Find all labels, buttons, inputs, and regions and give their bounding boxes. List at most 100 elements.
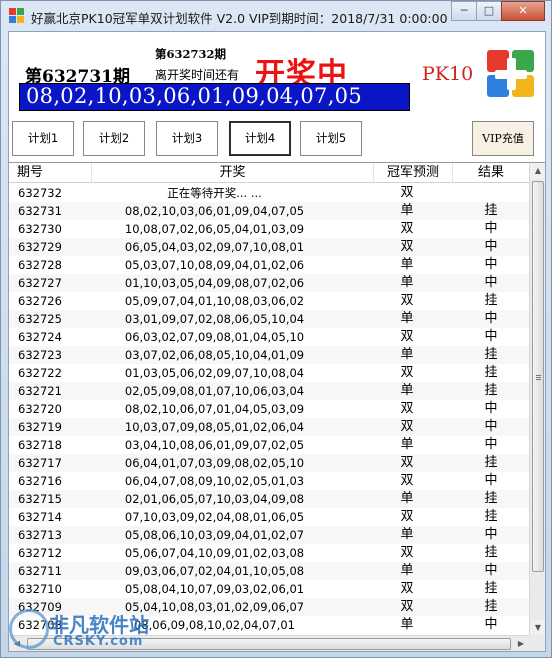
prediction-cell: 双 [400,419,414,434]
draw-cell: 03,07,02,06,08,05,10,04,01,09 [124,348,305,362]
result-cell: 挂 [484,545,498,560]
table-row[interactable]: 632725 03,01,09,07,02,08,06,05,10,04 单 中 [9,310,529,328]
prediction-cell: 双 [400,185,414,200]
prediction-cell: 单 [400,437,414,452]
vertical-scroll-thumb[interactable] [532,181,544,572]
prediction-cell: 单 [400,617,414,632]
draw-cell: 03,01,09,07,02,08,06,05,10,04 [124,312,305,326]
table-row[interactable]: 632711 09,03,06,07,02,04,01,10,05,08 单 中 [9,562,529,580]
prediction-table: 期号 开奖 冠军预测 结果 632732 正在等待开奖... ... 双 632731… [9,162,545,635]
table-row[interactable]: 632715 02,01,06,05,07,10,03,04,09,08 单 挂 [9,490,529,508]
table-header: 期号 开奖 冠军预测 结果 [9,163,529,183]
table-row[interactable]: 632719 10,03,07,09,08,05,01,02,06,04 双 中 [9,418,529,436]
scroll-up-arrow-icon[interactable]: ▲ [530,163,545,179]
result-cell: 中 [484,401,498,416]
table-row[interactable]: 632721 02,05,09,08,01,07,10,06,03,04 单 挂 [9,382,529,400]
draw-cell: 05,08,06,10,03,09,04,01,02,07 [124,528,305,542]
vip-recharge-button[interactable]: VIP充值 [472,121,534,156]
result-cell: 中 [484,257,498,272]
draw-cell: 09,03,06,07,02,04,01,10,05,08 [124,564,305,578]
table-row[interactable]: 632726 05,09,07,04,01,10,08,03,06,02 双 挂 [9,292,529,310]
plan-4-button[interactable]: 计划4 [229,121,291,156]
table-row[interactable]: 632730 10,08,07,02,06,05,04,01,03,09 双 中 [9,220,529,238]
prediction-cell: 双 [400,293,414,308]
period-cell: 632718 [18,438,62,452]
result-cell: 挂 [484,365,498,380]
period-cell: 632716 [18,474,62,488]
scrollbar-corner [529,635,545,651]
draw-cell: 01,03,05,06,02,09,07,10,08,04 [124,366,305,380]
period-cell: 632726 [18,294,62,308]
prediction-cell: 单 [400,347,414,362]
column-header-prediction[interactable]: 冠军预测 [374,163,453,183]
period-cell: 632710 [18,582,62,596]
draw-cell: 02,05,09,08,01,07,10,06,03,04 [124,384,305,398]
table-row[interactable]: 632710 05,08,04,10,07,09,03,02,06,01 双 挂 [9,580,529,598]
draw-cell: 05,06,07,04,10,09,01,02,03,08 [124,546,305,560]
column-header-draw[interactable]: 开奖 [92,163,374,183]
table-row[interactable]: 632716 06,04,07,08,09,10,02,05,01,03 双 中 [9,472,529,490]
vertical-scrollbar[interactable]: ▲ ▼ [529,163,545,635]
prediction-cell: 单 [400,275,414,290]
draw-cell: 08,02,10,03,06,01,09,04,07,05 [124,204,305,218]
plan-5-button[interactable]: 计划5 [300,121,362,156]
maximize-button[interactable]: □ [476,1,502,21]
column-header-result[interactable]: 结果 [453,163,529,183]
period-cell: 632720 [18,402,62,416]
draw-cell: 正在等待开奖... ... [167,186,262,200]
result-cell: 挂 [484,347,498,362]
prediction-cell: 单 [400,311,414,326]
table-row[interactable]: 632722 01,03,05,06,02,09,07,10,08,04 双 挂 [9,364,529,382]
result-cell: 中 [484,239,498,254]
period-cell: 632715 [18,492,62,506]
draw-cell: 02,01,06,05,07,10,03,04,09,08 [124,492,305,506]
period-cell: 632717 [18,456,62,470]
plan-1-button[interactable]: 计划1 [12,121,74,156]
table-row[interactable]: 632720 08,02,10,06,07,01,04,05,03,09 双 中 [9,400,529,418]
prediction-cell: 单 [400,563,414,578]
result-cell: 中 [484,275,498,290]
draw-cell: 06,04,01,07,03,09,08,02,05,10 [124,456,305,470]
table-row[interactable]: 632718 03,04,10,08,06,01,09,07,02,05 单 中 [9,436,529,454]
result-cell [457,184,525,202]
result-cell: 中 [484,221,498,236]
table-row[interactable]: 632712 05,06,07,04,10,09,01,02,03,08 双 挂 [9,544,529,562]
close-button[interactable]: ✕ [501,1,545,21]
period-cell: 632732 [18,186,62,200]
table-row[interactable]: 632732 正在等待开奖... ... 双 [9,184,529,202]
table-row[interactable]: 632727 01,10,03,05,04,09,08,07,02,06 单 中 [9,274,529,292]
table-row[interactable]: 632713 05,08,06,10,03,09,04,01,02,07 单 中 [9,526,529,544]
table-row[interactable]: 632729 06,05,04,03,02,09,07,10,08,01 双 中 [9,238,529,256]
result-cell: 挂 [484,455,498,470]
period-cell: 632713 [18,528,62,542]
prediction-cell: 双 [400,581,414,596]
period-cell: 632729 [18,240,62,254]
game-label: PK10 [422,63,474,85]
table-row[interactable]: 632717 06,04,01,07,03,09,08,02,05,10 双 挂 [9,454,529,472]
table-row[interactable]: 632723 03,07,02,06,08,05,10,04,01,09 单 挂 [9,346,529,364]
result-cell: 挂 [484,203,498,218]
draw-result-bar: 08,02,10,03,06,01,09,04,07,05 [19,83,410,111]
scroll-down-arrow-icon[interactable]: ▼ [530,620,545,635]
prediction-cell: 双 [400,365,414,380]
minimize-button[interactable]: ─ [451,1,477,21]
period-cell: 632724 [18,330,62,344]
table-row[interactable]: 632728 05,03,07,10,08,09,04,01,02,06 单 中 [9,256,529,274]
table-row[interactable]: 632714 07,10,03,09,02,04,08,01,06,05 双 挂 [9,508,529,526]
prediction-cell: 双 [400,545,414,560]
scroll-right-arrow-icon[interactable]: ▶ [513,636,529,652]
result-cell: 挂 [484,383,498,398]
plan-3-button[interactable]: 计划3 [156,121,218,156]
table-row[interactable]: 632731 08,02,10,03,06,01,09,04,07,05 单 挂 [9,202,529,220]
column-header-period[interactable]: 期号 [9,163,92,183]
app-window: 好赢北京PK10冠军单双计划软件 V2.0 VIP到期时间：2018/7/31 … [0,0,552,658]
period-cell: 632712 [18,546,62,560]
period-cell: 632727 [18,276,62,290]
draw-cell: 05,09,07,04,01,10,08,03,06,02 [124,294,305,308]
draw-cell: 03,04,10,08,06,01,09,07,02,05 [124,438,305,452]
result-cell: 挂 [484,293,498,308]
plan-2-button[interactable]: 计划2 [83,121,145,156]
period-cell: 632728 [18,258,62,272]
title-bar[interactable]: 好赢北京PK10冠军单双计划软件 V2.0 VIP到期时间：2018/7/31 … [1,1,551,31]
table-row[interactable]: 632724 06,03,02,07,09,08,01,04,05,10 双 中 [9,328,529,346]
